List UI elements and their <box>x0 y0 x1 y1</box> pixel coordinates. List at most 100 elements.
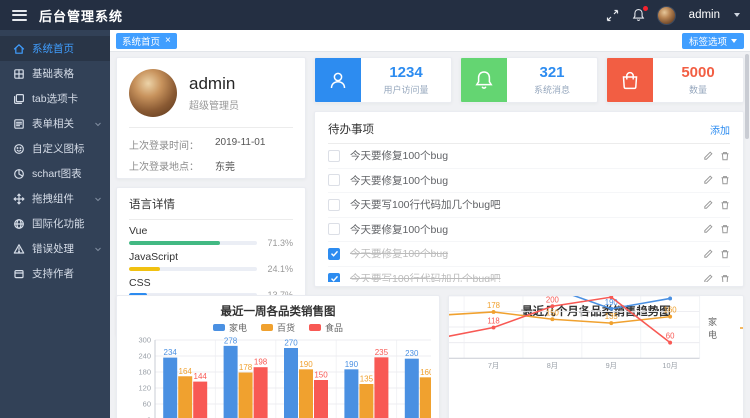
sidebar-item-基础表格[interactable]: 基础表格 <box>0 61 110 86</box>
todo-text: 今天要写100行代码加几个bug吧 <box>350 197 501 212</box>
trash-icon[interactable] <box>720 249 730 259</box>
sidebar-item-拖拽组件[interactable]: 拖拽组件 <box>0 186 110 211</box>
todo-checkbox[interactable] <box>328 174 340 186</box>
sidebar-item-支持作者[interactable]: 支持作者 <box>0 261 110 286</box>
sidebar-item-label: 支持作者 <box>32 266 74 281</box>
sidebar-item-tab选项卡[interactable]: tab选项卡 <box>0 86 110 111</box>
svg-text:230: 230 <box>664 295 678 296</box>
todo-text: 今天要修复100个bug <box>350 246 448 261</box>
todo-text: 今天要修复100个bug <box>350 148 448 163</box>
user-icon <box>315 58 361 102</box>
custom-icon <box>13 143 25 155</box>
scrollbar[interactable] <box>745 54 749 139</box>
dashboard-content: admin 超级管理员 上次登录时间： 2019-11-01 上次登录地点： <box>110 52 750 418</box>
app-title: 后台管理系统 <box>39 6 123 25</box>
sidebar-item-表单相关[interactable]: 表单相关 <box>0 111 110 136</box>
svg-text:240: 240 <box>138 352 151 361</box>
todo-checkbox[interactable] <box>328 199 340 211</box>
fullscreen-icon[interactable] <box>605 8 620 23</box>
language-name: CSS <box>129 277 293 290</box>
trash-icon[interactable] <box>720 175 730 185</box>
todo-card: 待办事项 添加 今天要修复100个bug今天要修复100个bug今天要写100行… <box>314 111 744 287</box>
edit-icon[interactable] <box>703 274 713 282</box>
stat-label: 系统消息 <box>534 83 570 96</box>
chart-legend: 家电 百货 食品 <box>125 320 431 335</box>
bag-icon <box>607 58 653 102</box>
trash-icon[interactable] <box>720 151 730 161</box>
svg-text:120: 120 <box>138 384 151 393</box>
stat-card-系统消息: 321系统消息 <box>460 57 598 103</box>
app-window: 后台管理系统 admin 系统首页基础表格tab选项卡表单相关自 <box>0 0 750 418</box>
svg-text:178: 178 <box>488 301 501 310</box>
divider <box>129 127 293 128</box>
last-login-place-value: 东莞 <box>215 158 235 173</box>
menu-icon[interactable] <box>12 7 27 23</box>
svg-text:230: 230 <box>405 349 419 358</box>
home-icon <box>13 43 25 55</box>
svg-text:234: 234 <box>164 348 178 357</box>
todo-item: 今天要写100行代码加几个bug吧 <box>328 193 730 218</box>
edit-icon[interactable] <box>703 249 713 259</box>
stat-value: 1234 <box>389 64 422 81</box>
edit-icon[interactable] <box>703 175 713 185</box>
globe-icon <box>13 218 25 230</box>
svg-text:144: 144 <box>194 372 208 381</box>
bar-chart-title: 最近一周各品类销售图 <box>125 303 431 319</box>
bell-icon[interactable] <box>631 8 646 23</box>
bar-chart: 060120180240300周一周二周三周四周五234278270190230… <box>125 335 431 418</box>
chevron-down-icon[interactable] <box>734 13 740 17</box>
trash-icon[interactable] <box>720 200 730 210</box>
stat-label: 数量 <box>689 83 707 96</box>
avatar <box>129 69 177 117</box>
legend-item-食品[interactable]: 食品 <box>309 321 343 334</box>
donate-icon <box>13 268 25 280</box>
tab-home[interactable]: 系统首页 × <box>116 33 177 49</box>
chevron-down-icon <box>94 245 102 253</box>
sidebar-item-系统首页[interactable]: 系统首页 <box>0 36 110 61</box>
todo-item: 今天要修复100个bug <box>328 169 730 194</box>
svg-text:160: 160 <box>420 368 431 377</box>
svg-text:190: 190 <box>345 360 359 369</box>
last-login-time-value: 2019-11-01 <box>215 137 265 152</box>
last-login-place-label: 上次登录地点： <box>129 158 215 173</box>
todo-list: 今天要修复100个bug 今天要修复100个bug 今天要写100行代码加几个bug… <box>328 144 730 282</box>
drag-icon <box>13 193 25 205</box>
tag-options-button[interactable]: 标签选项 <box>682 33 744 49</box>
close-icon[interactable]: × <box>165 36 171 46</box>
chevron-down-icon <box>94 120 102 128</box>
sidebar-item-schart图表[interactable]: schart图表 <box>0 161 110 186</box>
svg-text:278: 278 <box>224 336 238 345</box>
legend-item-百货[interactable]: 百货 <box>261 321 295 334</box>
todo-checkbox[interactable] <box>328 150 340 162</box>
sidebar-item-自定义图标[interactable]: 自定义图标 <box>0 136 110 161</box>
todo-add-button[interactable]: 添加 <box>710 122 730 137</box>
profile-card: admin 超级管理员 上次登录时间： 2019-11-01 上次登录地点： <box>116 57 306 179</box>
svg-text:150: 150 <box>314 371 328 380</box>
legend-item-百货[interactable]: 百货 <box>740 315 745 341</box>
todo-checkbox[interactable] <box>328 223 340 235</box>
edit-icon[interactable] <box>703 200 713 210</box>
svg-text:180: 180 <box>138 368 151 377</box>
progress-bar <box>129 267 257 271</box>
stat-card-数量: 5000数量 <box>606 57 744 103</box>
edit-icon[interactable] <box>703 224 713 234</box>
username-label[interactable]: admin <box>689 9 720 21</box>
stat-label: 用户访问量 <box>383 83 428 96</box>
progress-bar <box>129 241 257 245</box>
legend-item-家电[interactable]: 家电 <box>213 321 247 334</box>
trash-icon[interactable] <box>720 224 730 234</box>
edit-icon[interactable] <box>703 151 713 161</box>
sidebar-item-错误处理[interactable]: 错误处理 <box>0 236 110 261</box>
todo-checkbox[interactable] <box>328 273 340 282</box>
svg-text:270: 270 <box>284 339 298 348</box>
avatar[interactable] <box>657 6 676 25</box>
sidebar-item-label: 表单相关 <box>32 116 74 131</box>
svg-text:198: 198 <box>254 358 268 367</box>
svg-text:135: 135 <box>360 375 374 384</box>
sidebar-item-国际化功能[interactable]: 国际化功能 <box>0 211 110 236</box>
todo-checkbox[interactable] <box>328 248 340 260</box>
svg-text:235: 235 <box>375 348 389 357</box>
profile-role: 超级管理员 <box>189 97 239 112</box>
language-name: JavaScript <box>129 251 293 264</box>
trash-icon[interactable] <box>720 274 730 282</box>
